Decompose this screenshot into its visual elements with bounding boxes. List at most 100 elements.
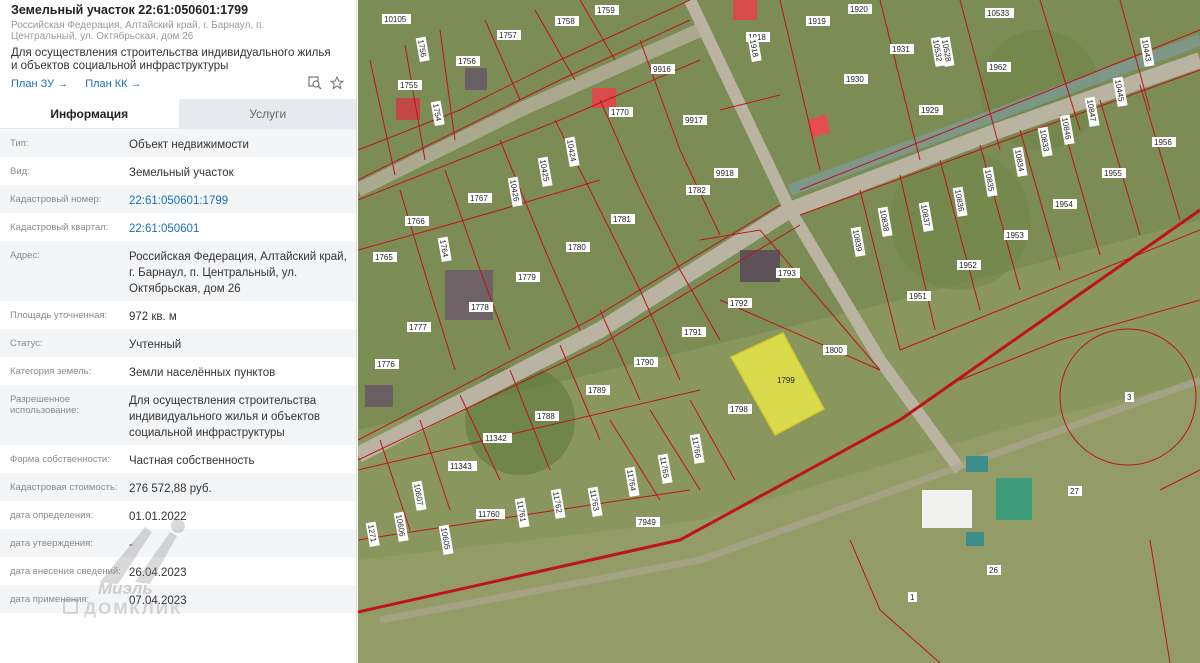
cadastral-map[interactable]: 10105 1756 1757 1758 1759 1919 1920 10532 10533 1… <box>358 0 1200 663</box>
cadastral-quarter-link[interactable]: 22:61:050601 <box>129 221 351 237</box>
row-label: Тип: <box>10 138 29 149</box>
row-label: Кадастровый номер: <box>10 194 102 205</box>
row-value: 07.04.2023 <box>129 595 187 607</box>
tab-info[interactable]: Информация <box>0 99 179 129</box>
row-date-approved: дата утверждения: - <box>0 529 356 557</box>
parcel-label-1931: 1931 <box>892 45 910 54</box>
parcel-label-9918: 9918 <box>716 169 734 178</box>
row-date-determined: дата определения: 01.01.2022 <box>0 501 356 529</box>
parcel-label-1954: 1954 <box>1055 200 1073 209</box>
row-status: Статус: Учтенный <box>0 329 356 357</box>
row-value: Для осуществления строительства индивиду… <box>129 395 320 439</box>
parcel-label-1799: 1799 <box>777 376 795 385</box>
parcel-label-1955: 1955 <box>1104 169 1122 178</box>
row-address: Адрес: Российская Федерация, Алтайский кр… <box>0 241 356 301</box>
parcel-title: Земельный участок 22:61:050601:1799 <box>11 3 249 17</box>
parcel-purpose: Для осуществления строительства индивиду… <box>11 47 331 72</box>
parcel-label-1767: 1767 <box>470 194 488 203</box>
search-map-icon[interactable] <box>307 76 323 92</box>
row-cadastral-value: Кадастровая стоимость: 276 572,88 руб. <box>0 473 356 501</box>
row-label: Площадь уточненная: <box>10 310 108 321</box>
row-value: 26.04.2023 <box>129 567 187 579</box>
parcel-label-1757: 1757 <box>499 31 517 40</box>
row-label: дата определения: <box>10 510 94 521</box>
map-canvas[interactable]: 1010517561757175817591919192010532105331… <box>358 0 1200 663</box>
parcel-label-1780: 1780 <box>568 243 586 252</box>
row-value: 01.01.2022 <box>129 511 187 523</box>
parcel-label-1920: 1920 <box>850 5 868 14</box>
row-permitted-use: Разрешенное использование: Для осуществле… <box>0 385 356 445</box>
parcel-label-1756: 1756 <box>458 57 476 66</box>
parcel-label-1781: 1781 <box>613 215 631 224</box>
parcel-label-3: 3 <box>1127 393 1132 402</box>
star-icon[interactable] <box>329 75 345 92</box>
parcel-label-1930: 1930 <box>846 75 864 84</box>
row-value: Объект недвижимости <box>129 139 249 151</box>
parcel-label-1758: 1758 <box>557 17 575 26</box>
row-value: Учтенный <box>129 339 182 351</box>
row-label: Категория земель: <box>10 366 92 377</box>
row-value: - <box>129 539 133 551</box>
roof <box>445 270 493 320</box>
parcel-label-11343: 11343 <box>450 462 472 471</box>
row-label: Вид: <box>10 166 30 177</box>
row-value: Частная собственность <box>129 455 255 467</box>
row-value: Российская Федерация, Алтайский край, г.… <box>129 251 347 295</box>
parcel-label-1777: 1777 <box>409 323 427 332</box>
parcel-label-1788: 1788 <box>537 412 555 421</box>
row-value: 276 572,88 руб. <box>129 483 212 495</box>
row-type: Тип: Объект недвижимости <box>0 129 356 157</box>
row-area: Площадь уточненная: 972 кв. м <box>0 301 356 329</box>
parcel-label-1759: 1759 <box>597 6 615 15</box>
plan-kk-link[interactable]: План КК → <box>85 78 141 90</box>
parcel-label-1791: 1791 <box>684 328 702 337</box>
parcel-label-1765: 1765 <box>375 253 393 262</box>
row-value: Земельный участок <box>129 167 234 179</box>
parcel-label-1776: 1776 <box>377 360 395 369</box>
row-value: 972 кв. м <box>129 311 177 323</box>
parcel-label-1782: 1782 <box>688 186 706 195</box>
row-cadastral-quarter: Кадастровый квартал: 22:61:050601 <box>0 213 356 241</box>
roof <box>966 532 984 546</box>
parcel-label-1770: 1770 <box>611 108 629 117</box>
plan-zu-link[interactable]: План ЗУ → <box>11 78 68 90</box>
info-table: Тип: Объект недвижимости Вид: Земельный уч… <box>0 129 356 613</box>
roof <box>740 250 780 282</box>
row-land-category: Категория земель: Земли населённых пункто… <box>0 357 356 385</box>
roof <box>922 490 972 528</box>
roof <box>996 478 1032 520</box>
row-label: Разрешенное использование: <box>10 394 80 416</box>
parcel-label-9916: 9916 <box>653 65 671 74</box>
parcel-label-7949: 7949 <box>638 518 656 527</box>
row-label: Кадастровая стоимость: <box>10 482 118 493</box>
parcel-label-1793: 1793 <box>778 269 796 278</box>
parcel-label-1800: 1800 <box>825 346 843 355</box>
parcel-label-11760: 11760 <box>478 510 500 519</box>
parcel-label-27: 27 <box>1070 487 1079 496</box>
parcel-label-1919: 1919 <box>808 17 826 26</box>
parcel-label-26: 26 <box>989 566 998 575</box>
parcel-label-11342: 11342 <box>485 434 507 443</box>
row-date-applied: дата применения: 07.04.2023 <box>0 585 356 613</box>
row-date-entered: дата внесения сведений: 26.04.2023 <box>0 557 356 585</box>
parcel-label-1798: 1798 <box>730 405 748 414</box>
row-kind: Вид: Земельный участок <box>0 157 356 185</box>
row-label: Форма собственности: <box>10 454 110 465</box>
parcel-label-1953: 1953 <box>1006 231 1024 240</box>
parcel-label-1929: 1929 <box>921 106 939 115</box>
cadastral-number-link[interactable]: 22:61:050601:1799 <box>129 193 351 209</box>
row-label: дата утверждения: <box>10 538 93 549</box>
parcel-label-1952: 1952 <box>959 261 977 270</box>
parcel-label-1951: 1951 <box>909 292 927 301</box>
row-label: Статус: <box>10 338 43 349</box>
row-cadastral-number: Кадастровый номер: 22:61:050601:1799 <box>0 185 356 213</box>
parcel-label-10105: 10105 <box>384 15 407 24</box>
tab-services[interactable]: Услуги <box>178 99 356 129</box>
parcel-label-1789: 1789 <box>588 386 606 395</box>
row-label: дата внесения сведений: <box>10 566 121 577</box>
roof <box>733 0 757 20</box>
roof <box>966 456 988 472</box>
row-label: дата применения: <box>10 594 90 605</box>
parcel-label-1790: 1790 <box>636 358 654 367</box>
parcel-label-1962: 1962 <box>989 63 1007 72</box>
